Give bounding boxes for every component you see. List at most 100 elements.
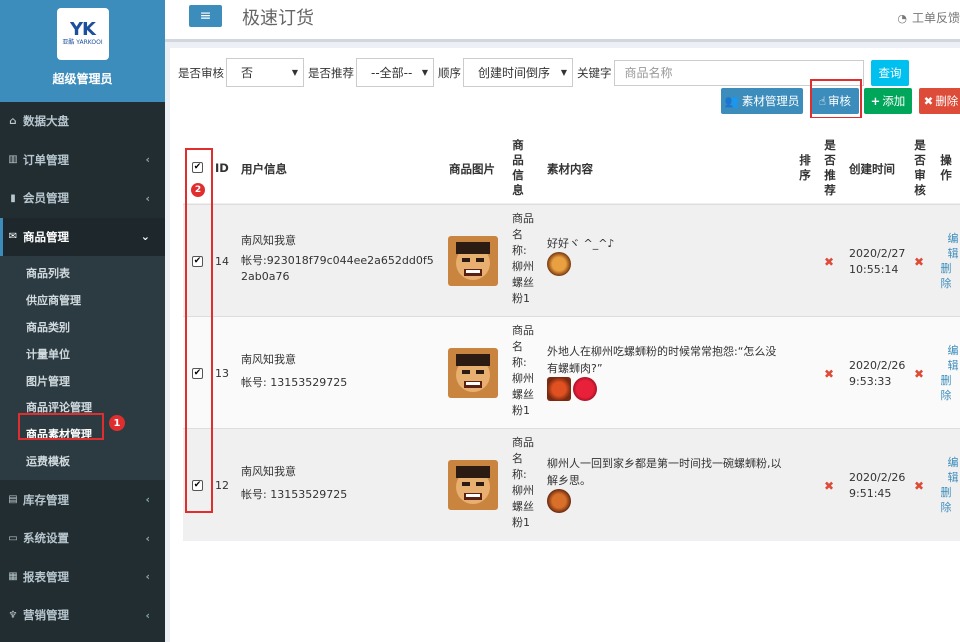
material-admin-label: 素材管理员 (741, 94, 800, 108)
sidebar-item-inventory[interactable]: ▤ 库存管理 ‹ (0, 480, 165, 519)
row-created-date: 2020/2/26 (849, 471, 906, 484)
sidebar-item-label: 库存管理 (23, 492, 69, 507)
delete-button[interactable]: ✖ 删除 (919, 88, 960, 114)
not-audited-icon: ✖ (914, 479, 925, 493)
header-action: 操作 (940, 153, 952, 182)
folder-icon: ▤ (8, 494, 18, 506)
header-audited: 是否审核 (914, 138, 926, 197)
hamburger-icon: ≡ (199, 8, 212, 24)
edit-link[interactable]: 编辑 (947, 343, 959, 373)
sidebar-item-settings[interactable]: ▭ 系统设置 ‹ (0, 519, 165, 558)
feedback-link[interactable]: ◔ 工单反馈 (897, 9, 960, 26)
submenu-categories[interactable]: 商品类别 (0, 314, 165, 341)
delete-link[interactable]: 删除 (940, 261, 952, 291)
audit-filter-label: 是否审核 (178, 65, 224, 80)
row-content: 好好ヾ ^_^♪ (547, 235, 757, 276)
header-info: 商品信息 (512, 138, 524, 197)
audit-filter-select[interactable]: 否 ▼ (226, 58, 304, 87)
delete-link[interactable]: 删除 (940, 485, 952, 515)
row-account: 帐号: 13153529725 (241, 488, 348, 501)
edit-link[interactable]: 编辑 (947, 455, 959, 485)
sidebar-item-dashboard[interactable]: ⌂ 数据大盘 (0, 102, 165, 141)
order-filter-value: 创建时间倒序 (478, 66, 551, 80)
top-bar: ≡ 极速订货 ◔ 工单反馈 (165, 0, 960, 42)
brand-logo: YK 亚酷 YARKOOI (56, 8, 109, 60)
add-button[interactable]: + 添加 (864, 88, 912, 114)
caret-down-icon: ▼ (560, 68, 567, 77)
table-header: ✔ ID 用户信息 商品图片 商品信息 素材内容 排序 是否推荐 创建时间 是否… (183, 118, 960, 204)
row-account: 帐号: 13153529725 (241, 376, 348, 389)
row-content: 外地人在柳州吃螺蛳粉的时候常常抱怨:“怎么没有螺蛳肉?” (547, 343, 782, 401)
row-created-time: 10:55:14 (849, 263, 899, 276)
header-id: ID (215, 161, 229, 175)
material-admin-button[interactable]: 👥 素材管理员 (721, 88, 803, 114)
edit-link[interactable]: 编辑 (947, 231, 959, 261)
sidebar-item-label: 系统设置 (23, 531, 69, 546)
sidebar-item-members[interactable]: ▮ 会员管理 ‹ (0, 179, 165, 218)
order-filter-label: 顺序 (438, 65, 461, 80)
chevron-left-icon: ‹ (145, 608, 150, 622)
header-created: 创建时间 (849, 162, 895, 176)
row-content-text: 外地人在柳州吃螺蛳粉的时候常常抱怨:“怎么没有螺蛳肉?” (547, 345, 777, 375)
submenu-suppliers[interactable]: 供应商管理 (0, 287, 165, 314)
strawberry-image (573, 377, 597, 401)
delete-link[interactable]: 删除 (940, 373, 952, 403)
filter-bar: 是否审核 否 ▼ 是否推荐 --全部-- ▼ 顺序 创建时间倒序 ▼ 关键字 商… (178, 58, 864, 87)
chevron-left-icon: ‹ (145, 570, 150, 584)
sidebar-item-orders[interactable]: ▥ 订单管理 ‹ (0, 141, 165, 180)
header-recommend: 是否推荐 (824, 138, 836, 197)
row-id: 12 (215, 479, 229, 492)
audit-filter-value: 否 (241, 66, 254, 80)
submenu-units[interactable]: 计量单位 (0, 340, 165, 367)
recommend-filter-select[interactable]: --全部-- ▼ (356, 58, 434, 87)
row-user-name: 南风知我意 (241, 465, 296, 478)
bar-chart-icon: ▮ (10, 192, 16, 204)
row-product-info: 商品名称:柳州螺丝粉1 (512, 324, 534, 417)
main-content: ≡ 极速订货 ◔ 工单反馈 是否审核 否 ▼ 是否推荐 --全部-- ▼ 顺序 创… (165, 0, 960, 642)
row-account: 帐号:923018f79c044ee2a652dd0f52ab0a76 (241, 254, 434, 283)
submenu-product-list[interactable]: 商品列表 (0, 260, 165, 287)
home-icon: ⌂ (9, 115, 17, 127)
not-recommended-icon: ✖ (824, 479, 835, 493)
submenu-shipping[interactable]: 运费模板 (0, 448, 165, 475)
close-icon: ✖ (923, 94, 934, 108)
row-created-time: 9:53:33 (849, 375, 892, 388)
table-row: ✔ 14 南风知我意 帐号:923018f79c044ee2a652dd0f52… (183, 204, 960, 316)
row-content-text: 柳州人一回到家乡都是第一时间找一碗螺蛳粉,以解乡思。 (547, 457, 782, 487)
row-id: 13 (215, 367, 229, 380)
submenu-images[interactable]: 图片管理 (0, 367, 165, 394)
order-filter-select[interactable]: 创建时间倒序 ▼ (463, 58, 573, 87)
desktop-icon: ▭ (8, 532, 18, 544)
whatsapp-icon: ◔ (897, 12, 907, 25)
highlight-box-materials (18, 413, 104, 440)
chevron-left-icon: ‹ (145, 191, 150, 205)
sidebar-item-label: 商品管理 (23, 229, 69, 244)
header-content: 素材内容 (547, 162, 593, 176)
materials-table: ✔ ID 用户信息 商品图片 商品信息 素材内容 排序 是否推荐 创建时间 是否… (183, 118, 960, 541)
logo-subtext: 亚酷 YARKOOI (62, 39, 103, 46)
food-image (547, 489, 571, 513)
row-product-info: 商品名称:柳州螺丝粉1 (512, 212, 534, 305)
table-row: ✔ 13 南风知我意 帐号: 13153529725 商品名称:柳州螺丝粉1 外… (183, 316, 960, 428)
annotation-badge-1: 1 (109, 415, 125, 431)
sidebar-item-label: 数据大盘 (23, 114, 69, 129)
row-user-name: 南风知我意 (241, 353, 296, 366)
sidebar-item-reports[interactable]: ▦ 报表管理 ‹ (0, 557, 165, 596)
chevron-left-icon: ‹ (145, 493, 150, 507)
row-created-date: 2020/2/26 (849, 359, 906, 372)
row-content: 柳州人一回到家乡都是第一时间找一碗螺蛳粉,以解乡思。 (547, 455, 782, 513)
not-audited-icon: ✖ (914, 367, 925, 381)
highlight-box-checkboxes (185, 148, 213, 513)
query-button[interactable]: 查询 (871, 60, 909, 86)
user-role: 超级管理员 (52, 72, 113, 86)
caret-down-icon: ▼ (291, 68, 298, 77)
menu-toggle-button[interactable]: ≡ (189, 5, 222, 27)
sidebar: YK 亚酷 YARKOOI 超级管理员 ⌂ 数据大盘 ▥ 订单管理 ‹ ▮ 会员… (0, 0, 165, 642)
sidebar-item-label: 订单管理 (23, 152, 69, 167)
sidebar-item-label: 营销管理 (23, 608, 69, 623)
sidebar-item-marketing[interactable]: ♆ 营销管理 ‹ (0, 596, 165, 635)
sidebar-item-products[interactable]: ✉ 商品管理 ⌄ (0, 217, 165, 256)
page-title: 极速订货 (242, 8, 314, 29)
food-image (547, 377, 571, 401)
feedback-label: 工单反馈 (911, 11, 960, 25)
